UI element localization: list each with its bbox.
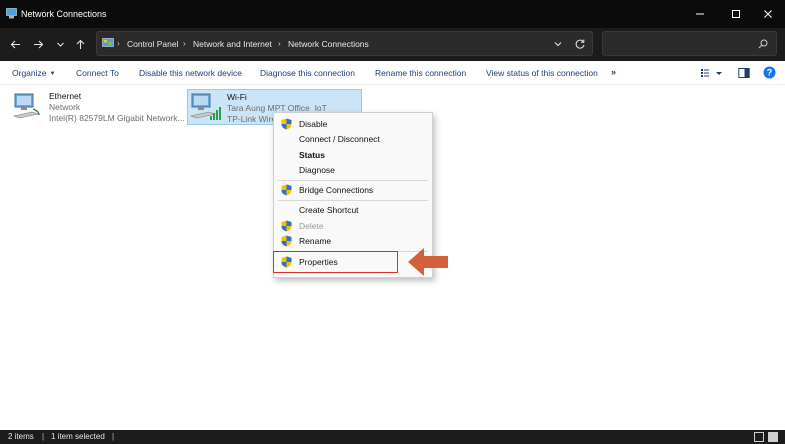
minimize-button[interactable]: [683, 0, 717, 28]
menu-item-label: Create Shortcut: [299, 205, 359, 215]
pointer-arrow-icon: [408, 248, 448, 276]
status-separator: |: [112, 432, 115, 441]
wifi-name: Wi-Fi: [227, 92, 247, 102]
selection-count: 1 item selected: [51, 432, 105, 441]
menu-item-label: Bridge Connections: [299, 185, 374, 195]
breadcrumb-control-panel[interactable]: Control Panel: [127, 39, 179, 49]
details-view-icon[interactable]: [754, 432, 764, 442]
search-icon: [758, 39, 768, 49]
ethernet-adapter-icon: [12, 93, 40, 119]
control-panel-icon: [102, 38, 114, 47]
help-icon[interactable]: ?: [763, 66, 776, 79]
caret-down-icon: ▼: [49, 71, 56, 77]
arrow-up-icon: [76, 39, 84, 49]
menu-item-delete: Delete: [274, 218, 432, 234]
up-button[interactable]: [73, 37, 87, 51]
uac-shield-icon: [281, 184, 292, 196]
maximize-icon: [732, 10, 740, 18]
ethernet-name: Ethernet: [49, 91, 82, 101]
breadcrumb-separator-icon: ›: [117, 39, 120, 48]
ethernet-network: Network: [49, 102, 81, 112]
svg-text:?: ?: [767, 68, 773, 78]
arrow-right-icon: [33, 40, 43, 48]
properties-highlight-box: [273, 251, 398, 273]
disable-device-button[interactable]: Disable this network device: [139, 68, 242, 78]
minimize-icon: [696, 13, 704, 15]
address-bar[interactable]: › Control Panel › Network and Internet ›…: [96, 31, 593, 56]
window-title: Network Connections: [21, 9, 107, 19]
ethernet-connection-item[interactable]: Ethernet Network Intel(R) 82579LM Gigabi…: [11, 89, 185, 125]
address-row: › Control Panel › Network and Internet ›…: [0, 28, 785, 61]
breadcrumb-network-and-internet[interactable]: Network and Internet: [193, 39, 272, 49]
recent-locations-button[interactable]: [53, 37, 67, 51]
menu-item-label: Status: [299, 150, 325, 160]
breadcrumb-separator-icon: ›: [183, 39, 186, 48]
breadcrumb-separator-icon: ›: [278, 39, 281, 48]
menu-item-create-shortcut[interactable]: Create Shortcut: [274, 202, 432, 218]
menu-item-connect-disconnect[interactable]: Connect / Disconnect: [274, 131, 432, 147]
refresh-icon[interactable]: [574, 38, 586, 50]
close-icon: [764, 10, 772, 18]
organize-button[interactable]: Organize ▼: [12, 68, 55, 78]
menu-item-label: Connect / Disconnect: [299, 134, 380, 144]
menu-item-label: Disable: [299, 119, 328, 129]
status-separator: |: [42, 432, 45, 441]
uac-shield-icon: [281, 220, 292, 232]
large-icons-view-icon[interactable]: [768, 432, 778, 442]
change-view-icon[interactable]: [700, 67, 726, 79]
wifi-adapter: TP-Link Wire: [227, 114, 277, 124]
preview-pane-icon[interactable]: [738, 67, 750, 79]
diagnose-button[interactable]: Diagnose this connection: [260, 68, 355, 78]
title-bar: Network Connections: [0, 0, 785, 28]
arrow-left-icon: [10, 40, 20, 48]
view-status-button[interactable]: View status of this connection: [486, 68, 598, 78]
ethernet-adapter: Intel(R) 82579LM Gigabit Network...: [49, 113, 185, 123]
command-bar: Organize ▼ Connect To Disable this networ…: [0, 61, 785, 85]
menu-item-label: Delete: [299, 221, 324, 231]
uac-shield-icon: [281, 235, 292, 247]
search-box[interactable]: [602, 31, 777, 56]
breadcrumb-network-connections[interactable]: Network Connections: [288, 39, 369, 49]
menu-item-diagnose[interactable]: Diagnose: [274, 162, 432, 178]
status-bar: 2 items | 1 item selected |: [0, 430, 785, 444]
menu-item-status[interactable]: Status: [274, 147, 432, 163]
close-button[interactable]: [751, 0, 785, 28]
connect-to-button[interactable]: Connect To: [76, 68, 119, 78]
chevron-down-icon: [56, 42, 64, 47]
forward-button[interactable]: [31, 37, 45, 51]
wifi-adapter-icon: [189, 93, 221, 120]
menu-item-label: Diagnose: [299, 165, 335, 175]
back-button[interactable]: [8, 37, 22, 51]
menu-separator: [278, 200, 428, 201]
menu-separator: [278, 180, 428, 181]
menu-item-bridge-connections[interactable]: Bridge Connections: [274, 182, 432, 198]
menu-item-label: Rename: [299, 236, 332, 246]
more-commands-button[interactable]: »: [611, 67, 616, 77]
uac-shield-icon: [281, 118, 292, 130]
address-dropdown-icon[interactable]: [552, 38, 564, 50]
search-input[interactable]: [607, 36, 755, 52]
network-connections-icon: [6, 8, 17, 19]
item-count: 2 items: [8, 432, 34, 441]
maximize-button[interactable]: [719, 0, 753, 28]
organize-label: Organize: [12, 68, 47, 78]
menu-item-disable[interactable]: Disable: [274, 116, 432, 132]
rename-button[interactable]: Rename this connection: [375, 68, 466, 78]
